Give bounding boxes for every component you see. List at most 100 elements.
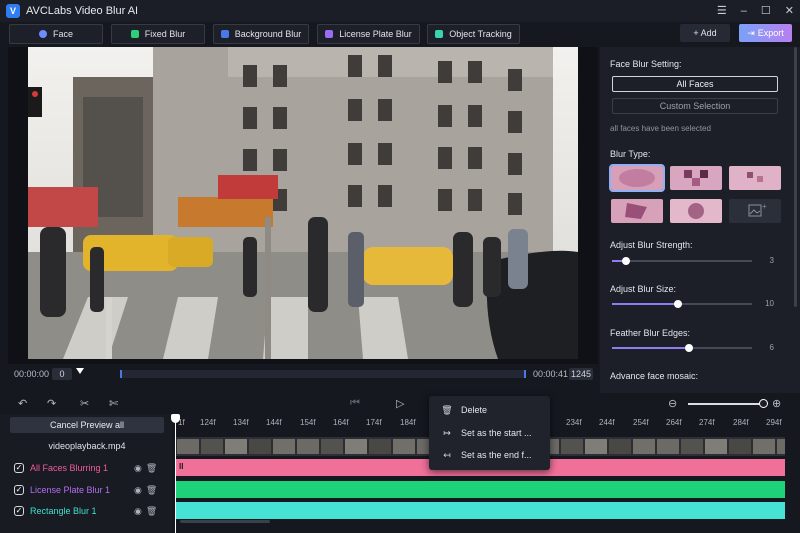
end-frame-box[interactable]: 1245: [569, 368, 593, 380]
ruler-tick: 294f: [766, 418, 782, 427]
redo-icon[interactable]: ↷: [47, 397, 56, 410]
zoom-out-icon[interactable]: ⊖: [668, 397, 677, 410]
scrub-handle[interactable]: [76, 368, 84, 374]
advance-face-mosaic-label: Advance face mosaic:: [610, 371, 699, 381]
eye-icon[interactable]: ◉: [134, 485, 142, 496]
ruler-tick: 124f: [200, 418, 216, 427]
panel-scrollbar[interactable]: [794, 47, 797, 307]
blur-size-slider[interactable]: [612, 300, 752, 308]
feather-knob[interactable]: [685, 344, 693, 352]
video-frame[interactable]: [28, 47, 578, 359]
feather-label: Feather Blur Edges:: [610, 328, 691, 338]
filmstrip-frame: [225, 439, 247, 454]
feather-slider[interactable]: [612, 344, 752, 352]
maximize-icon[interactable]: ☐: [761, 0, 771, 22]
blur-strength-slider[interactable]: [612, 257, 752, 265]
add-button[interactable]: + Add: [680, 24, 730, 42]
play-icon[interactable]: ▷: [396, 397, 404, 410]
gaussian-blur-icon: [611, 166, 663, 190]
cut-icon[interactable]: ✄: [109, 397, 118, 410]
previous-frame-icon[interactable]: ⏮: [350, 397, 360, 410]
blur-strength-knob[interactable]: [622, 257, 630, 265]
video-preview-area: [8, 47, 598, 364]
playhead-handle[interactable]: [171, 414, 180, 423]
license-plate-icon: [325, 30, 334, 38]
track-checkbox[interactable]: ✓: [14, 485, 24, 495]
face-icon: [38, 30, 47, 38]
current-time: 00:00:00: [14, 369, 50, 379]
track-bar-license-plate[interactable]: [176, 481, 785, 498]
track-checkbox[interactable]: ✓: [14, 463, 24, 473]
all-faces-button[interactable]: All Faces: [612, 76, 778, 92]
track-bar-rectangle[interactable]: [176, 502, 785, 519]
add-image-icon: +: [748, 202, 767, 217]
export-button[interactable]: ⇥ Export: [739, 24, 792, 42]
filmstrip-frame: [681, 439, 703, 454]
selection-status: all faces have been selected: [610, 124, 711, 133]
menu-item-set-start[interactable]: ↦ Set as the start ...: [429, 423, 550, 443]
filmstrip-frame: [393, 439, 415, 454]
filmstrip-frame: [585, 439, 607, 454]
ruler-tick: 144f: [266, 418, 282, 427]
track-checkbox[interactable]: ✓: [14, 506, 24, 516]
pause-icon[interactable]: II: [179, 462, 183, 471]
trash-icon[interactable]: 🗑: [146, 463, 157, 474]
blur-type-mosaic[interactable]: [670, 166, 722, 190]
filmstrip-frame: [633, 439, 655, 454]
ruler-tick: 134f: [233, 418, 249, 427]
blur-strength-label: Adjust Blur Strength:: [610, 240, 693, 250]
blur-size-label: Adjust Blur Size:: [610, 284, 677, 294]
export-icon: ⇥: [747, 27, 755, 38]
undo-icon[interactable]: ↶: [18, 397, 27, 410]
scrub-track[interactable]: [120, 370, 526, 378]
tab-face[interactable]: Face: [9, 24, 103, 44]
app-logo-icon: V: [6, 4, 20, 18]
menu-item-set-end[interactable]: ↤ Set as the end f...: [429, 445, 550, 465]
zoom-knob[interactable]: [759, 399, 768, 408]
blur-size-value: 10: [765, 299, 774, 308]
mosaic-blur-icon: [670, 166, 722, 190]
blur-type-label: Blur Type:: [610, 149, 651, 159]
custom-selection-button[interactable]: Custom Selection: [612, 98, 778, 114]
zoom-slider[interactable]: [688, 403, 764, 405]
face-blur-setting-label: Face Blur Setting:: [610, 59, 682, 69]
filmstrip-frame: [321, 439, 343, 454]
blur-size-knob[interactable]: [674, 300, 682, 308]
ruler-tick: 164f: [333, 418, 349, 427]
filmstrip-frame: [609, 439, 631, 454]
street-scene-image: [28, 47, 578, 359]
start-frame-box[interactable]: 0: [52, 368, 72, 380]
split-icon[interactable]: ✂: [80, 397, 89, 410]
eye-icon[interactable]: ◉: [134, 506, 142, 517]
ruler-tick: 244f: [599, 418, 615, 427]
filmstrip-frame: [777, 439, 785, 454]
minimize-icon[interactable]: –: [741, 0, 747, 22]
cancel-preview-button[interactable]: Cancel Preview all: [10, 417, 164, 433]
trash-icon[interactable]: 🗑: [146, 485, 157, 496]
tab-background-blur[interactable]: Background Blur: [213, 24, 309, 44]
menu-icon[interactable]: ☰: [717, 0, 727, 22]
blur-type-custom-image[interactable]: +: [729, 199, 781, 223]
tab-license-plate-blur[interactable]: License Plate Blur: [317, 24, 420, 44]
ruler-tick: 174f: [366, 418, 382, 427]
ruler-tick: 264f: [666, 418, 682, 427]
trash-icon: 🗑: [441, 404, 453, 415]
blur-type-gaussian[interactable]: [609, 164, 665, 192]
track-row-all-faces[interactable]: ✓ All Faces Blurring 1 ◉ 🗑: [8, 458, 172, 478]
blur-type-grain[interactable]: [670, 199, 722, 223]
track-row-rectangle[interactable]: ✓ Rectangle Blur 1 ◉ 🗑: [8, 501, 172, 521]
blur-type-crystal[interactable]: [611, 199, 663, 223]
menu-item-delete[interactable]: 🗑 Delete: [429, 400, 550, 420]
trash-icon[interactable]: 🗑: [146, 506, 157, 517]
close-icon[interactable]: ✕: [785, 0, 794, 22]
timeline-scrollbar[interactable]: [180, 520, 270, 523]
blur-type-pixel[interactable]: [729, 166, 781, 190]
tab-fixed-blur[interactable]: Fixed Blur: [111, 24, 205, 44]
fixed-blur-icon: [130, 30, 139, 38]
zoom-in-icon[interactable]: ⊕: [772, 397, 781, 410]
tab-object-tracking[interactable]: Object Tracking: [427, 24, 520, 44]
track-row-license-plate[interactable]: ✓ License Plate Blur 1 ◉ 🗑: [8, 480, 172, 500]
filmstrip-frame: [561, 439, 583, 454]
eye-icon[interactable]: ◉: [134, 463, 142, 474]
ruler-tick: 284f: [733, 418, 749, 427]
